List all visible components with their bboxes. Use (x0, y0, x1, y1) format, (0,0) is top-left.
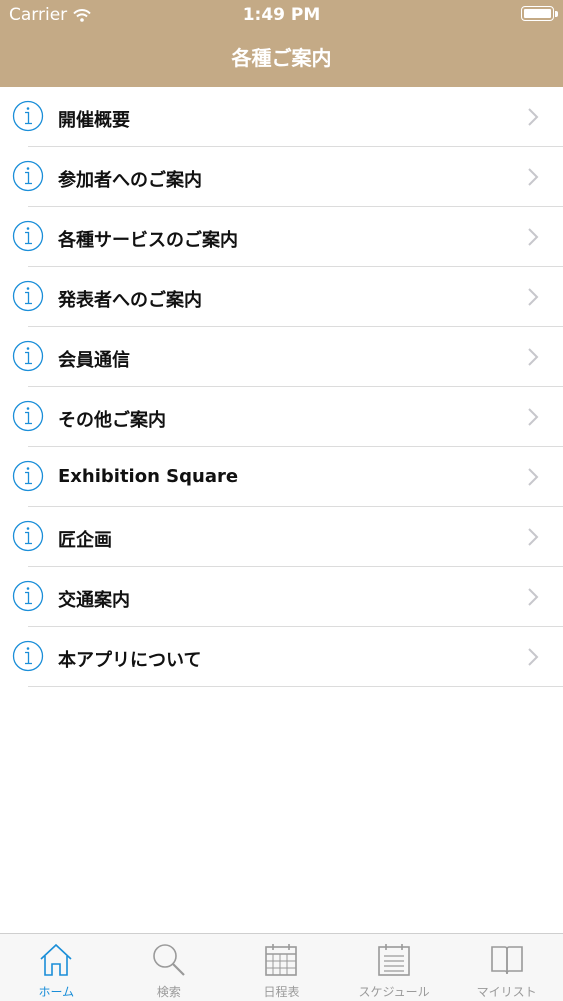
info-icon (12, 520, 44, 552)
info-list: 開催概要 参加者へのご案内 各種サービスのご案内 発表者へのご案内 会員通信 そ… (0, 87, 563, 687)
info-icon (12, 160, 44, 192)
info-icon (12, 220, 44, 252)
chevron-right-icon (528, 108, 539, 126)
chevron-right-icon (528, 468, 539, 486)
tab-schedule[interactable]: スケジュール (338, 934, 451, 1001)
tab-calendar[interactable]: 日程表 (225, 934, 338, 1001)
tab-home[interactable]: ホーム (0, 934, 113, 1001)
list-item[interactable]: 交通案内 (12, 567, 563, 627)
list-item[interactable]: 参加者へのご案内 (12, 147, 563, 207)
tab-label: スケジュール (358, 985, 430, 999)
battery-icon (521, 6, 558, 21)
chevron-right-icon (528, 348, 539, 366)
home-icon (40, 943, 72, 976)
list-item[interactable]: 各種サービスのご案内 (12, 207, 563, 267)
list-item[interactable]: 発表者へのご案内 (12, 267, 563, 327)
list-item-label: その他ご案内 (58, 410, 166, 431)
chevron-right-icon (528, 588, 539, 606)
list-item-label: 開催概要 (58, 110, 130, 131)
chevron-right-icon (528, 648, 539, 666)
list-item[interactable]: 本アプリについて (12, 627, 563, 687)
status-bar: Carrier 1:49 PM (0, 0, 563, 30)
list-item-label: Exhibition Square (58, 466, 239, 487)
navigation-header: Carrier 1:49 PM 各種ご案内 (0, 0, 563, 87)
tab-label: ホーム (38, 985, 75, 999)
page-title: 各種ご案内 (231, 46, 332, 70)
info-icon (12, 400, 44, 432)
list-item-label: 匠企画 (58, 530, 112, 551)
search-icon (153, 944, 185, 976)
chevron-right-icon (528, 528, 539, 546)
calendar-icon (265, 944, 298, 976)
info-icon (12, 280, 44, 312)
list-item[interactable]: Exhibition Square (12, 447, 563, 507)
tab-search[interactable]: 検索 (113, 934, 226, 1001)
list-item[interactable]: 会員通信 (12, 327, 563, 387)
list-item-label: 発表者へのご案内 (58, 290, 202, 311)
tab-label: 日程表 (263, 985, 300, 999)
status-time: 1:49 PM (242, 5, 321, 25)
chevron-right-icon (528, 168, 539, 186)
chevron-right-icon (528, 408, 539, 426)
list-item-label: 交通案内 (58, 590, 130, 611)
list-item[interactable]: 開催概要 (12, 87, 563, 147)
list-item-label: 本アプリについて (58, 650, 202, 671)
info-icon (12, 340, 44, 372)
list-item-label: 会員通信 (58, 350, 130, 371)
tab-label: 検索 (156, 985, 181, 999)
tab-mylist[interactable]: マイリスト (450, 934, 563, 1001)
chevron-right-icon (528, 288, 539, 306)
info-icon (12, 580, 44, 612)
info-icon (12, 460, 44, 492)
tab-label: マイリスト (476, 985, 537, 999)
list-item-label: 各種サービスのご案内 (58, 230, 238, 251)
list-item-label: 参加者へのご案内 (58, 170, 202, 191)
chevron-right-icon (528, 228, 539, 246)
schedule-icon (378, 944, 410, 976)
tab-bar: ホーム 検索 日程表 スケジュール マイリスト (0, 933, 563, 1001)
info-icon (12, 640, 44, 672)
info-icon (12, 100, 44, 132)
list-item[interactable]: その他ご案内 (12, 387, 563, 447)
book-icon (490, 946, 523, 975)
list-item[interactable]: 匠企画 (12, 507, 563, 567)
